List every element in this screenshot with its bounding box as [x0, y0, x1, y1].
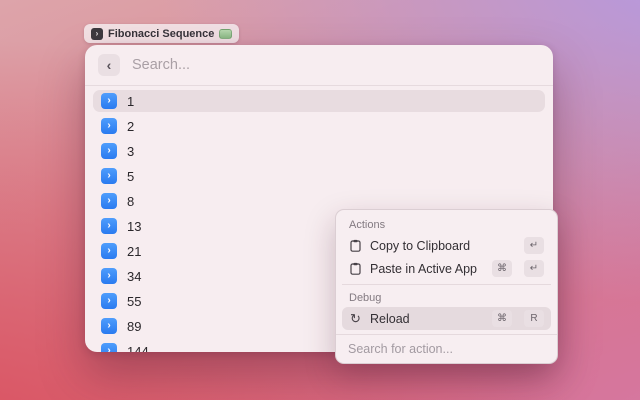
return-key-badge: ↵: [524, 260, 544, 277]
action-label: Reload: [370, 312, 480, 326]
action-search-input[interactable]: [348, 342, 545, 356]
terminal-prompt-icon: ›: [101, 93, 117, 109]
return-key-badge: ↵: [524, 237, 544, 254]
search-input[interactable]: [132, 57, 540, 73]
clipboard-icon: [349, 239, 362, 252]
section-header: Debug: [342, 287, 551, 307]
terminal-prompt-icon: ›: [101, 318, 117, 334]
reload-icon: ↻: [349, 312, 362, 325]
terminal-prompt-icon: ›: [101, 168, 117, 184]
list-item-label: 55: [127, 294, 141, 309]
terminal-prompt-icon: ›: [101, 293, 117, 309]
list-item[interactable]: › 3: [93, 140, 545, 162]
chevron-left-icon: ‹: [107, 58, 112, 72]
list-item-label: 5: [127, 169, 134, 184]
list-item-label: 2: [127, 119, 134, 134]
list-item-label: 3: [127, 144, 134, 159]
list-item-label: 34: [127, 269, 141, 284]
command-key-badge: ⌘: [492, 310, 512, 327]
desktop-background: › Fibonacci Sequence ‹ › 1 › 2 › 3: [0, 0, 640, 400]
terminal-prompt-icon: ›: [101, 343, 117, 352]
list-item-label: 89: [127, 319, 141, 334]
list-item-label: 8: [127, 194, 134, 209]
r-key-badge: R: [524, 310, 544, 327]
terminal-prompt-icon: ›: [101, 143, 117, 159]
terminal-prompt-icon: ›: [101, 268, 117, 284]
window-tab-fibonacci[interactable]: › Fibonacci Sequence: [84, 24, 239, 43]
terminal-prompt-icon: ›: [101, 193, 117, 209]
debug-section: Debug ↻ Reload ⌘ R: [342, 284, 551, 330]
action-reload[interactable]: ↻ Reload ⌘ R: [342, 307, 551, 330]
list-item[interactable]: › 1: [93, 90, 545, 112]
list-item[interactable]: › 5: [93, 165, 545, 187]
command-key-badge: ⌘: [492, 260, 512, 277]
list-item-label: 1: [127, 94, 134, 109]
terminal-prompt-icon: ›: [101, 118, 117, 134]
section-header: Actions: [342, 214, 551, 234]
list-item-label: 21: [127, 244, 141, 259]
clipboard-icon: [349, 262, 362, 275]
dev-mode-icon: [219, 29, 232, 39]
extension-app-icon: ›: [91, 28, 103, 40]
action-label: Copy to Clipboard: [370, 239, 512, 253]
actions-panel: Actions Copy to Clipboard ↵: [335, 209, 558, 364]
list-item-label: 13: [127, 219, 141, 234]
action-search-bar: [336, 334, 557, 363]
actions-section: Actions Copy to Clipboard ↵: [342, 214, 551, 280]
window-tab-title: Fibonacci Sequence: [108, 28, 214, 40]
list-item-label: 144: [127, 344, 149, 353]
terminal-prompt-icon: ›: [101, 218, 117, 234]
search-bar: ‹: [85, 45, 553, 86]
action-paste-in-active-app[interactable]: Paste in Active App ⌘ ↵: [342, 257, 551, 280]
back-button[interactable]: ‹: [98, 54, 120, 76]
action-label: Paste in Active App: [370, 262, 480, 276]
action-copy-to-clipboard[interactable]: Copy to Clipboard ↵: [342, 234, 551, 257]
list-item[interactable]: › 2: [93, 115, 545, 137]
terminal-prompt-icon: ›: [101, 243, 117, 259]
